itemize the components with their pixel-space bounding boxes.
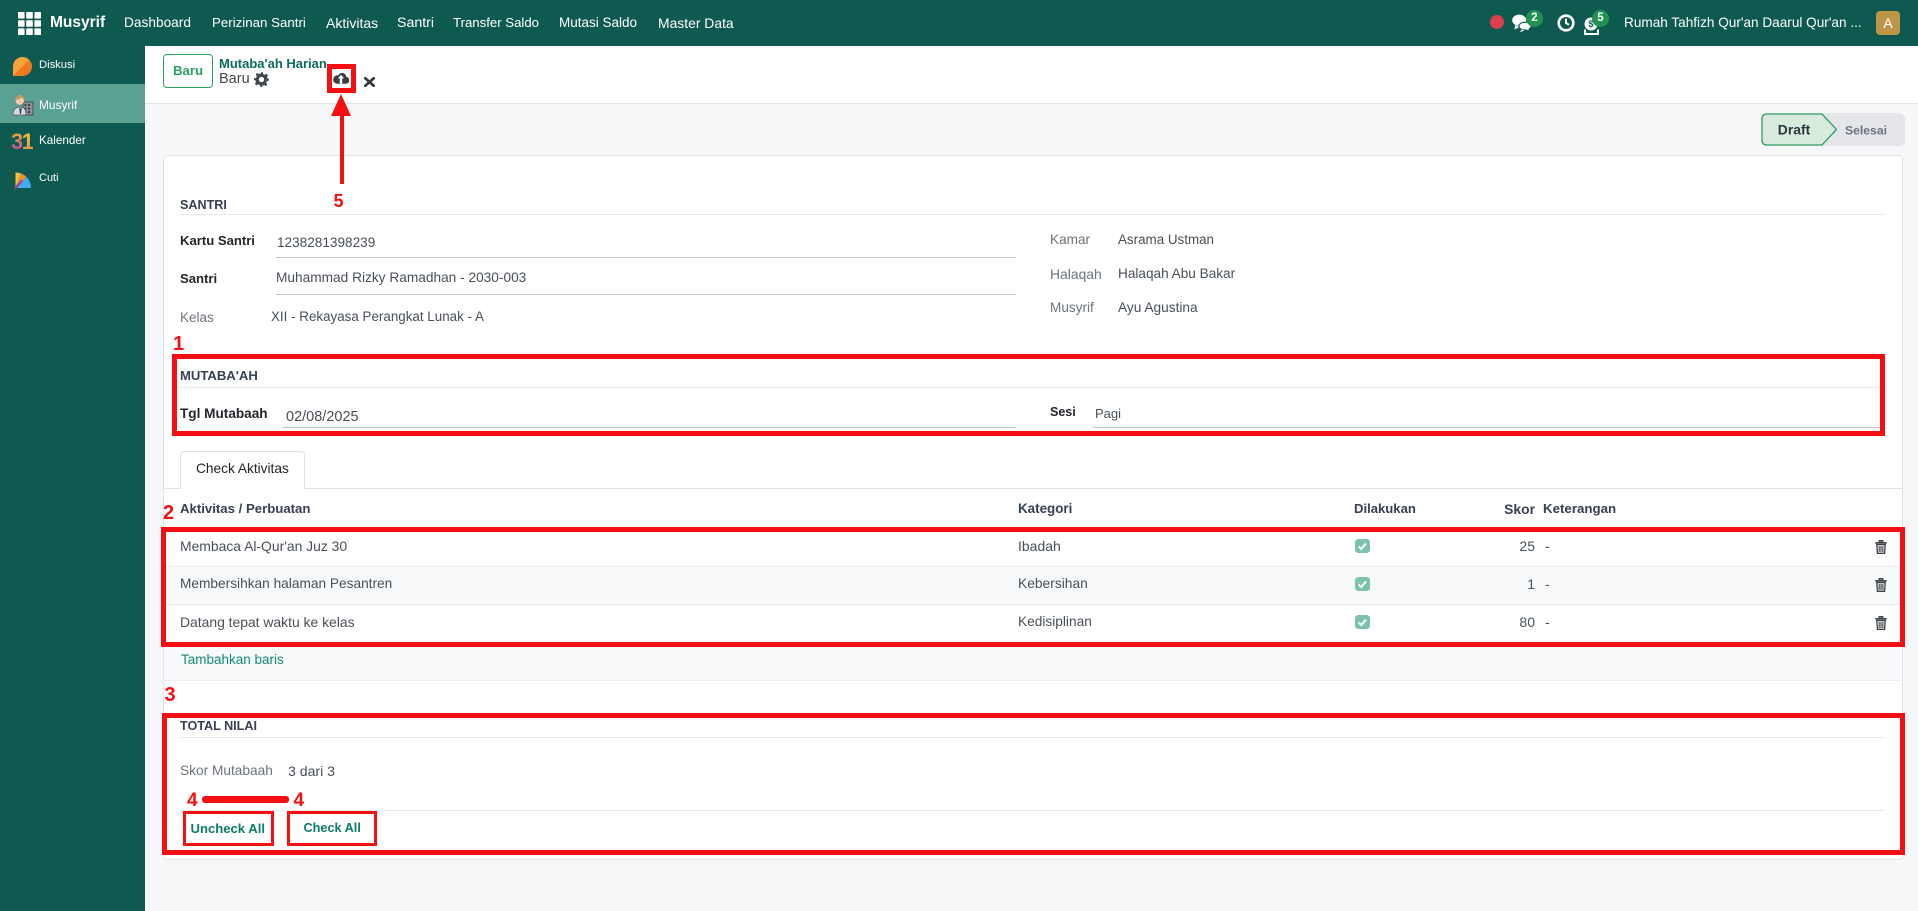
svg-text:Draft: Draft bbox=[1778, 122, 1811, 138]
svg-text:Selesai: Selesai bbox=[1845, 124, 1887, 138]
